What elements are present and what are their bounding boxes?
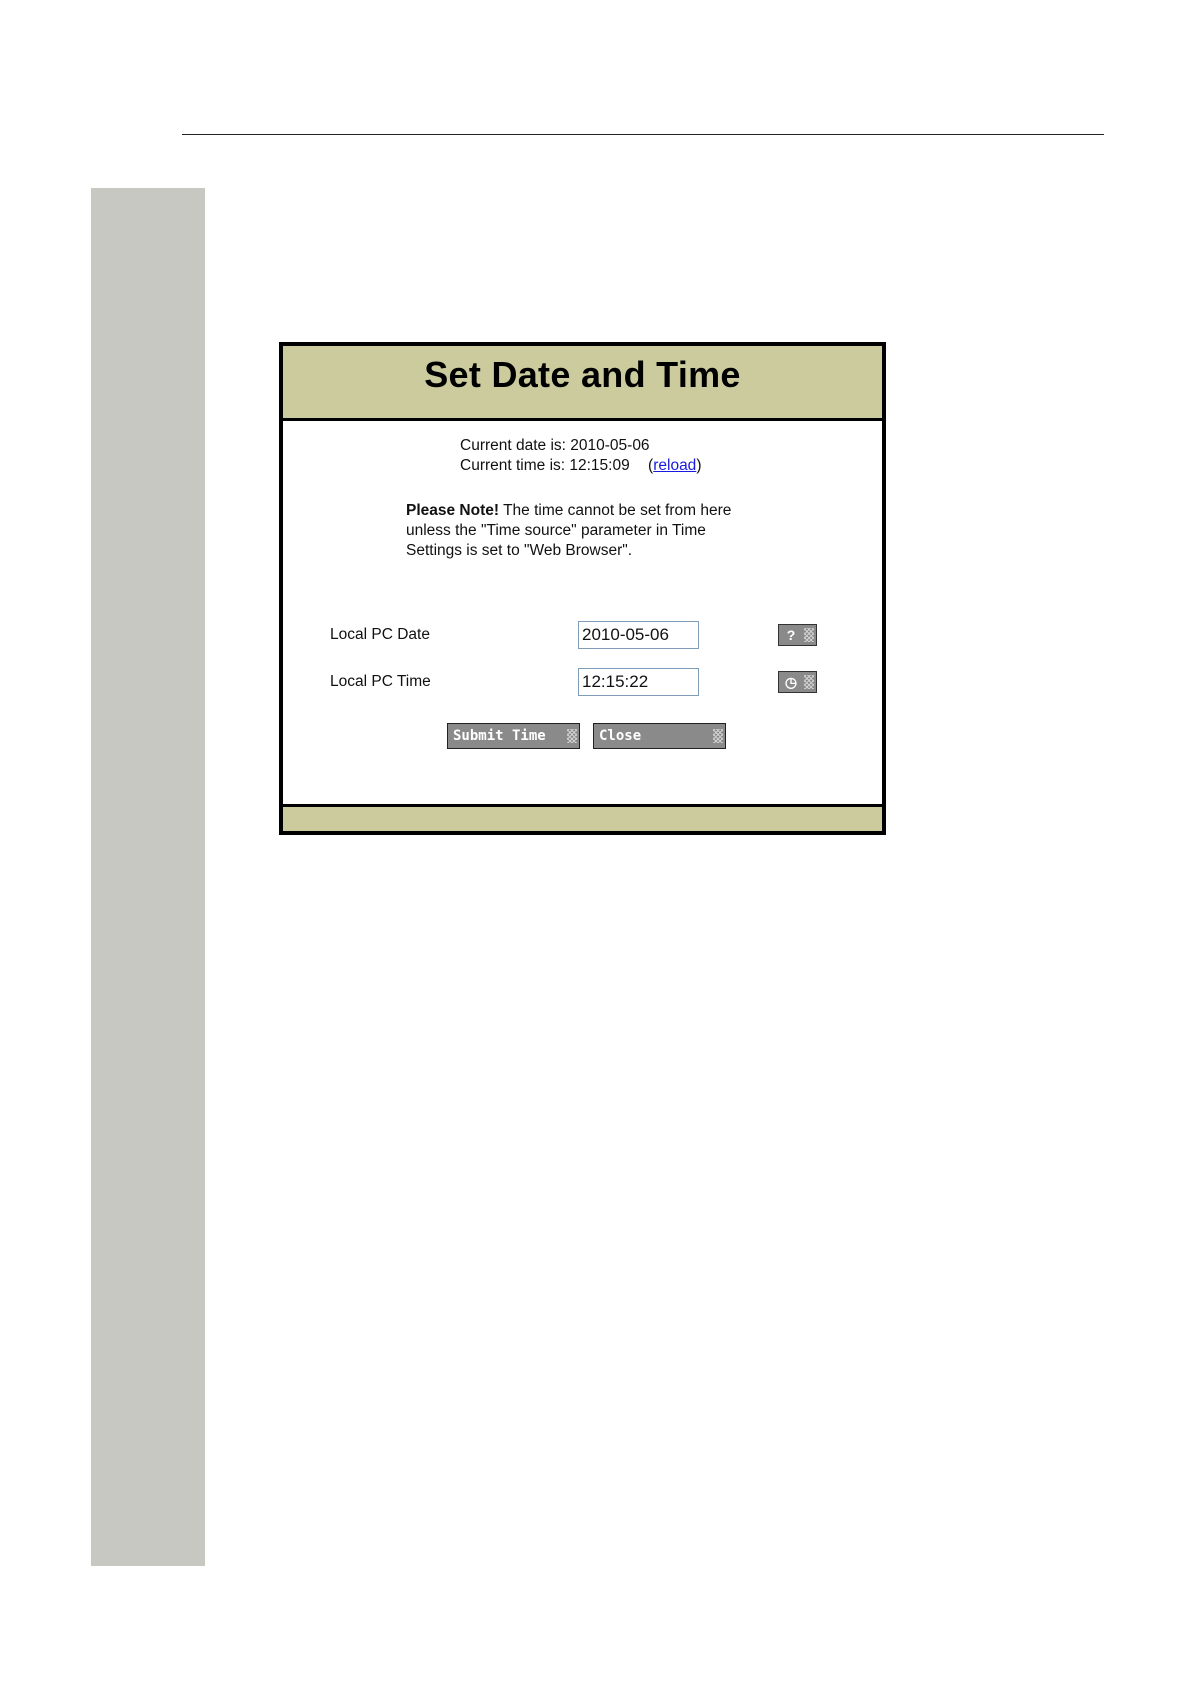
submit-time-button[interactable]: Submit Time — [447, 723, 580, 749]
local-date-field[interactable] — [578, 621, 699, 649]
dialog-title: Set Date and Time — [424, 354, 741, 395]
local-date-label: Local PC Date — [330, 626, 430, 643]
grip-icon — [713, 729, 723, 743]
current-time-text: Current time is: 12:15:09 — [460, 457, 630, 474]
dialog-footer — [283, 804, 882, 831]
submit-time-label: Submit Time — [453, 728, 546, 744]
note-paragraph: Please Note! The time cannot be set from… — [406, 501, 736, 561]
local-time-field[interactable] — [578, 668, 699, 696]
local-time-label: Local PC Time — [330, 673, 431, 690]
dialog-header: Set Date and Time — [283, 346, 882, 421]
close-button[interactable]: Close — [593, 723, 726, 749]
reload-close-paren: ) — [696, 457, 702, 474]
grip-icon — [567, 729, 577, 743]
set-date-time-dialog: Set Date and Time Current date is: 2010-… — [279, 342, 886, 835]
current-date-text: Current date is: 2010-05-06 — [460, 437, 650, 454]
current-time-row: Current time is: 12:15:09 (reload) — [460, 456, 701, 476]
note-bold: Please Note! — [406, 502, 500, 519]
side-margin-band — [91, 188, 205, 1566]
reload-wrap: (reload) — [648, 457, 701, 474]
time-picker-button[interactable]: ◷ — [778, 671, 817, 693]
clock-icon: ◷ — [784, 673, 798, 690]
date-picker-button[interactable]: ? — [778, 624, 817, 646]
close-label: Close — [599, 728, 642, 744]
grip-icon — [804, 628, 814, 642]
question-icon: ? — [786, 627, 796, 643]
reload-link[interactable]: reload — [653, 457, 696, 474]
grip-icon — [804, 675, 814, 689]
page-top-rule — [182, 134, 1104, 135]
